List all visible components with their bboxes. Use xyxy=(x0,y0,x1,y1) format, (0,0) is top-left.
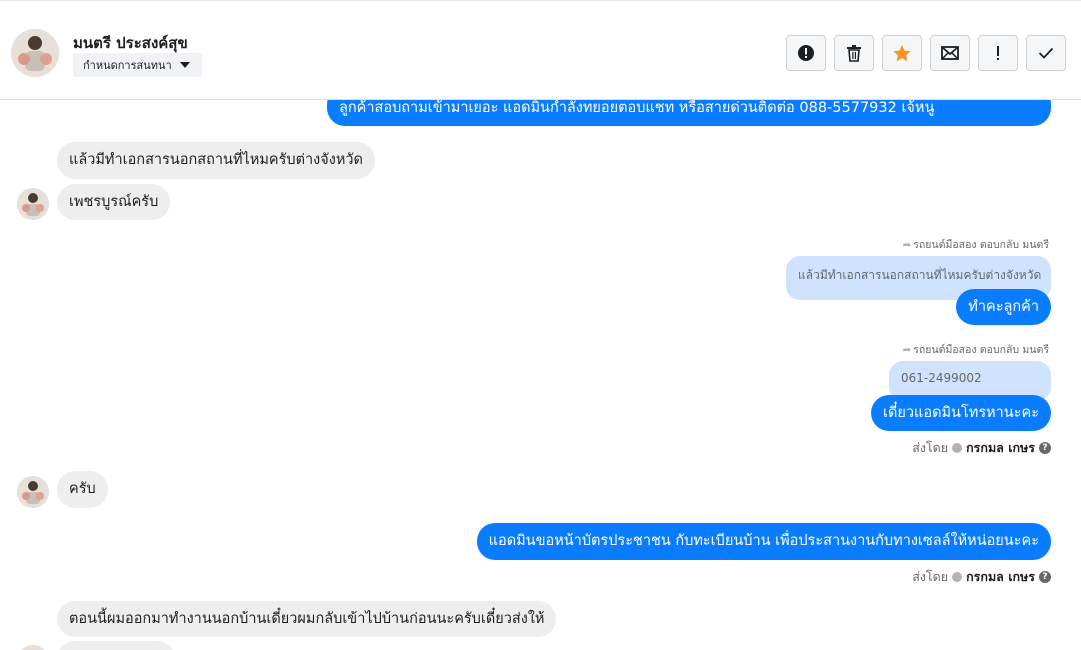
agent-icon xyxy=(952,572,963,582)
report-icon xyxy=(798,45,814,61)
message-bubble-incoming: ตอนนี้ผมออกมาทำงานนอกบ้านเดี๋ยวผมกลับเข้… xyxy=(57,601,557,637)
reply-quote-text: 061-2499002 xyxy=(901,371,982,385)
agent-icon xyxy=(952,443,963,453)
exclamation-icon xyxy=(997,46,999,60)
message-text: แล้วมีทำเอกสารนอกสถานที่ไหมครับต่างจังหว… xyxy=(69,152,363,169)
message-text: เดี๋ยวแอดมินโทรหานะคะ xyxy=(883,404,1039,421)
message-text: ลูกค้าสอบถามเข้ามาเยอะ แอดมินกำลังทยอยตอ… xyxy=(339,100,935,117)
sent-by-name: กรกมล เกษร xyxy=(966,569,1035,584)
contact-name: มนตรี ประสงค์สุข xyxy=(73,34,188,52)
message-bubble-outgoing: เดี๋ยวแอดมินโทรหานะคะ xyxy=(871,395,1051,431)
sent-by-line: ส่งโดย กรกมล เกษร ? xyxy=(912,438,1051,458)
conversation-toolbar xyxy=(786,35,1066,71)
help-icon[interactable]: ? xyxy=(1039,571,1051,583)
reply-arrow-icon: ➦ xyxy=(902,343,912,356)
reply-quote-text: แล้วมีทำเอกสารนอกสถานที่ไหมครับต่างจังหว… xyxy=(798,268,1042,282)
assign-label: กำหนดการสนทนา xyxy=(83,59,172,72)
contact-avatar[interactable] xyxy=(17,645,49,650)
sent-by-prefix: ส่งโดย xyxy=(912,440,949,455)
sent-by-name: กรกมล เกษร xyxy=(966,440,1035,455)
star-icon xyxy=(893,44,911,61)
message-text: แอดมินขอหน้าบัตรประชาชน กับทะเบียนบ้าน เ… xyxy=(488,533,1039,550)
chat-page: ลูกค้าสอบถามเข้ามาเยอะ แอดมินกำลังทยอยตอ… xyxy=(0,0,1081,650)
important-button[interactable] xyxy=(978,35,1018,71)
report-button[interactable] xyxy=(786,35,826,71)
delete-button[interactable] xyxy=(834,35,874,71)
mark-done-button[interactable] xyxy=(1026,35,1066,71)
trash-icon xyxy=(847,45,861,62)
reply-arrow-icon: ➦ xyxy=(902,238,912,251)
reply-label-text: รถยนต์มือสอง ตอบกลับ มนตรี xyxy=(913,239,1049,251)
star-button[interactable] xyxy=(882,35,922,71)
message-text: ตอนนี้ผมออกมาทำงานนอกบ้านเดี๋ยวผมกลับเข้… xyxy=(69,610,545,627)
mail-button[interactable] xyxy=(930,35,970,71)
message-bubble-incoming-partial xyxy=(57,641,175,650)
message-text: ทำคะลูกค้า xyxy=(968,298,1039,315)
contact-avatar[interactable] xyxy=(17,188,49,220)
sent-by-prefix: ส่งโดย xyxy=(912,569,949,584)
mail-icon xyxy=(941,46,959,60)
message-bubble-outgoing: แอดมินขอหน้าบัตรประชาชน กับทะเบียนบ้าน เ… xyxy=(476,523,1051,560)
check-icon xyxy=(1038,47,1054,59)
sent-by-line: ส่งโดย กรกมล เกษร ? xyxy=(912,567,1051,587)
message-bubble-incoming: ครับ xyxy=(57,471,108,508)
conversation-header: มนตรี ประสงค์สุข กำหนดการสนทนา xyxy=(0,0,1081,100)
avatar-photo-icon xyxy=(17,476,49,508)
message-text: ครับ xyxy=(69,481,96,498)
message-bubble-incoming: เพชรบูรณ์ครับ xyxy=(57,184,171,220)
assign-conversation-dropdown[interactable]: กำหนดการสนทนา xyxy=(73,53,202,77)
message-bubble-incoming: แล้วมีทำเอกสารนอกสถานที่ไหมครับต่างจังหว… xyxy=(57,142,375,179)
help-icon[interactable]: ? xyxy=(1039,442,1051,454)
contact-avatar[interactable] xyxy=(17,476,49,508)
avatar-photo-icon xyxy=(11,29,59,77)
contact-avatar-large[interactable] xyxy=(11,29,59,77)
caret-down-icon xyxy=(179,62,190,68)
message-text: เพชรบูรณ์ครับ xyxy=(69,193,159,210)
reply-label: ➦ รถยนต์มือสอง ตอบกลับ มนตรี xyxy=(902,341,1049,358)
avatar-photo-icon xyxy=(17,645,49,650)
avatar-photo-icon xyxy=(17,188,49,220)
reply-label-text: รถยนต์มือสอง ตอบกลับ มนตรี xyxy=(913,344,1049,356)
reply-label: ➦ รถยนต์มือสอง ตอบกลับ มนตรี xyxy=(902,236,1049,253)
message-bubble-outgoing: ทำคะลูกค้า xyxy=(956,289,1051,325)
